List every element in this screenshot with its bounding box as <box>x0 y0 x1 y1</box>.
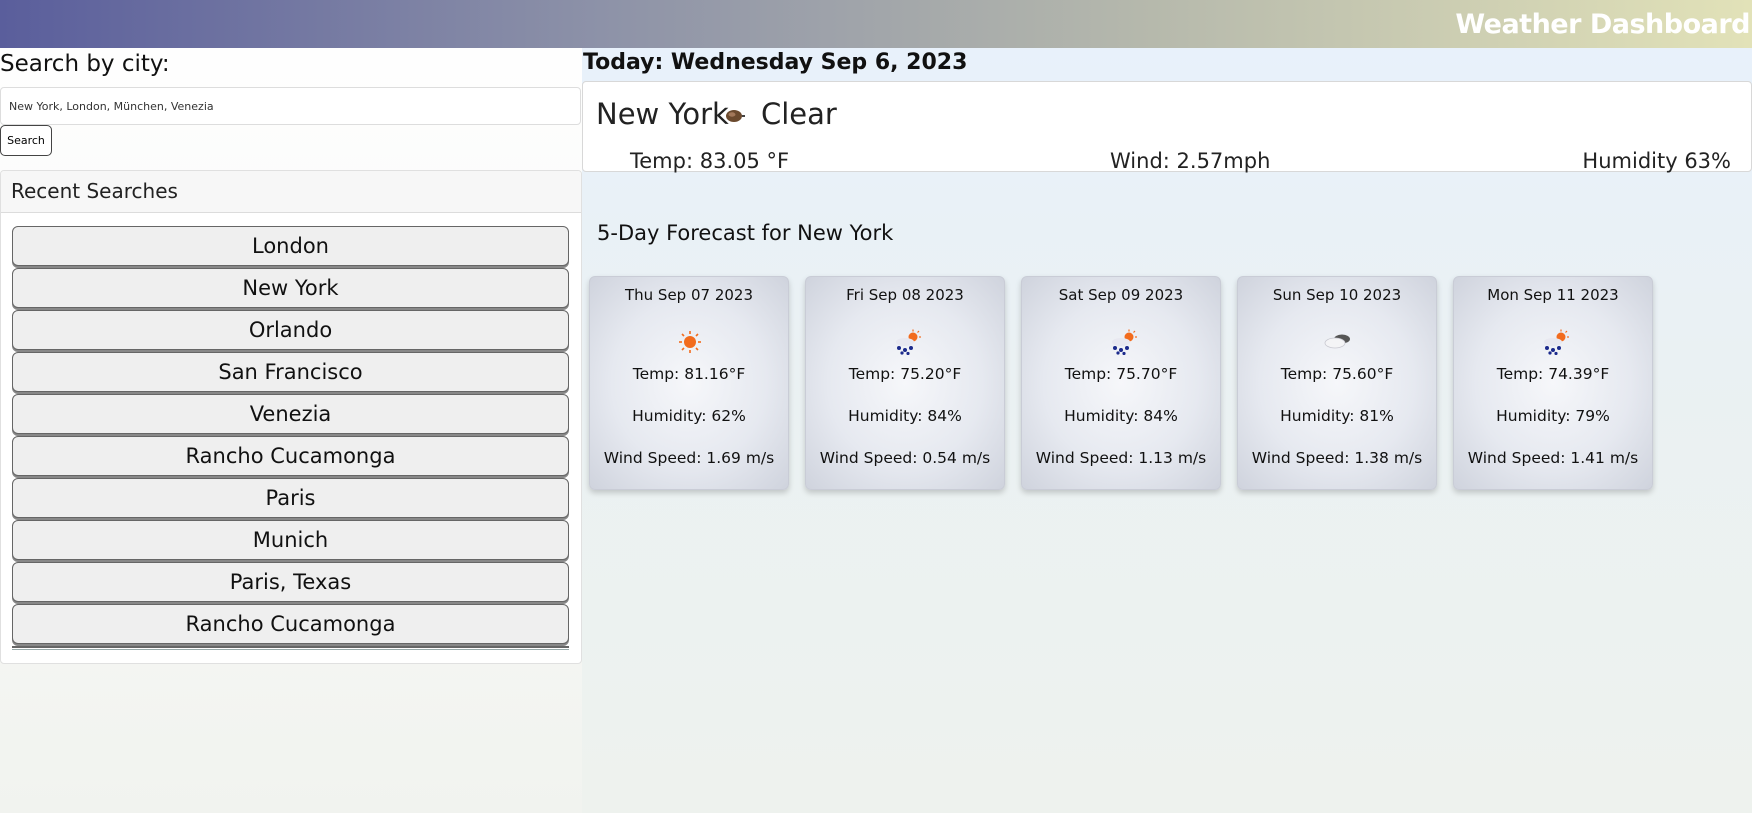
recent-search-button[interactable]: Orlando <box>12 310 569 350</box>
recent-search-button[interactable]: Paris <box>12 478 569 518</box>
forecast-wind: Wind Speed: 0.54 m/s <box>819 449 991 467</box>
recent-search-button[interactable]: Paris, Texas <box>12 562 569 602</box>
forecast-humidity: Humidity: 81% <box>1280 407 1394 425</box>
sun-rain-icon <box>1544 329 1569 355</box>
clear-night-icon <box>726 110 745 122</box>
current-city-name: New York <box>596 97 729 131</box>
sun-rain-icon <box>896 329 921 355</box>
forecast-date: Mon Sep 11 2023 <box>1487 286 1619 304</box>
forecast-temp: Temp: 75.20°F <box>848 365 962 383</box>
recent-search-button[interactable]: Venezia <box>12 394 569 434</box>
sun-rain-icon <box>1112 329 1137 355</box>
forecast-date: Sun Sep 10 2023 <box>1272 286 1402 304</box>
sunny-icon <box>679 331 701 353</box>
left-panel: Search by city: Search Recent Searches L… <box>0 48 582 664</box>
recent-searches-panel: Recent Searches London New York Orlando … <box>0 170 582 664</box>
forecast-humidity: Humidity: 84% <box>848 407 962 425</box>
forecast-date: Sat Sep 09 2023 <box>1058 286 1184 304</box>
recent-search-button[interactable]: San Francisco <box>12 352 569 392</box>
forecast-title: 5-Day Forecast for New York <box>597 221 894 245</box>
city-search-input[interactable] <box>0 87 581 125</box>
current-condition: Clear <box>761 97 837 131</box>
forecast-card: Fri Sep 08 2023 Temp: 75.20°F Humidity: … <box>805 276 1005 490</box>
recent-search-button[interactable]: Rancho Cucamonga <box>12 604 569 644</box>
forecast-wind: Wind Speed: 1.13 m/s <box>1035 449 1207 467</box>
cloudy-icon <box>1324 334 1350 349</box>
recent-searches-title: Recent Searches <box>1 171 581 213</box>
search-button[interactable]: Search <box>0 125 52 156</box>
recent-search-button[interactable]: New York <box>12 268 569 308</box>
main-panel: Today: Wednesday Sep 6, 2023 New York Cl… <box>582 48 1752 813</box>
forecast-card: Mon Sep 11 2023 Temp: 74.39°F Humidity: … <box>1453 276 1653 490</box>
forecast-card: Sat Sep 09 2023 Temp: 75.70°F Humidity: … <box>1021 276 1221 490</box>
forecast-temp: Temp: 81.16°F <box>632 365 746 383</box>
search-label: Search by city: <box>0 51 170 77</box>
forecast-temp: Temp: 75.70°F <box>1064 365 1178 383</box>
app-header: Weather Dashboard <box>0 0 1752 48</box>
app-title: Weather Dashboard <box>1455 9 1750 40</box>
forecast-date: Thu Sep 07 2023 <box>624 286 753 304</box>
forecast-humidity: Humidity: 84% <box>1064 407 1178 425</box>
forecast-card: Sun Sep 10 2023 Temp: 75.60°F Humidity: … <box>1237 276 1437 490</box>
forecast-wind: Wind Speed: 1.38 m/s <box>1251 449 1423 467</box>
recent-search-button[interactable]: Rancho Cucamonga <box>12 436 569 476</box>
today-date-label: Today: Wednesday Sep 6, 2023 <box>583 50 968 75</box>
forecast-wind: Wind Speed: 1.41 m/s <box>1467 449 1639 467</box>
current-humidity: Humidity 63% <box>1582 149 1731 173</box>
list-scroll-edge <box>12 646 569 650</box>
forecast-card: Thu Sep 07 2023 Temp: 81.16°F Humidity: … <box>589 276 789 490</box>
forecast-date: Fri Sep 08 2023 <box>846 286 964 304</box>
current-temperature: Temp: 83.05 °F <box>630 149 790 173</box>
forecast-humidity: Humidity: 62% <box>632 407 746 425</box>
recent-search-button[interactable]: London <box>12 226 569 266</box>
recent-searches-list: London New York Orlando San Francisco Ve… <box>12 226 569 650</box>
forecast-wind: Wind Speed: 1.69 m/s <box>603 449 775 467</box>
forecast-humidity: Humidity: 79% <box>1496 407 1610 425</box>
forecast-temp: Temp: 74.39°F <box>1496 365 1610 383</box>
current-weather-card: New York Clear Temp: 83.05 °F Wind: 2.57… <box>582 81 1752 173</box>
current-wind: Wind: 2.57mph <box>1110 149 1271 173</box>
forecast-temp: Temp: 75.60°F <box>1280 365 1394 383</box>
recent-search-button[interactable]: Munich <box>12 520 569 560</box>
